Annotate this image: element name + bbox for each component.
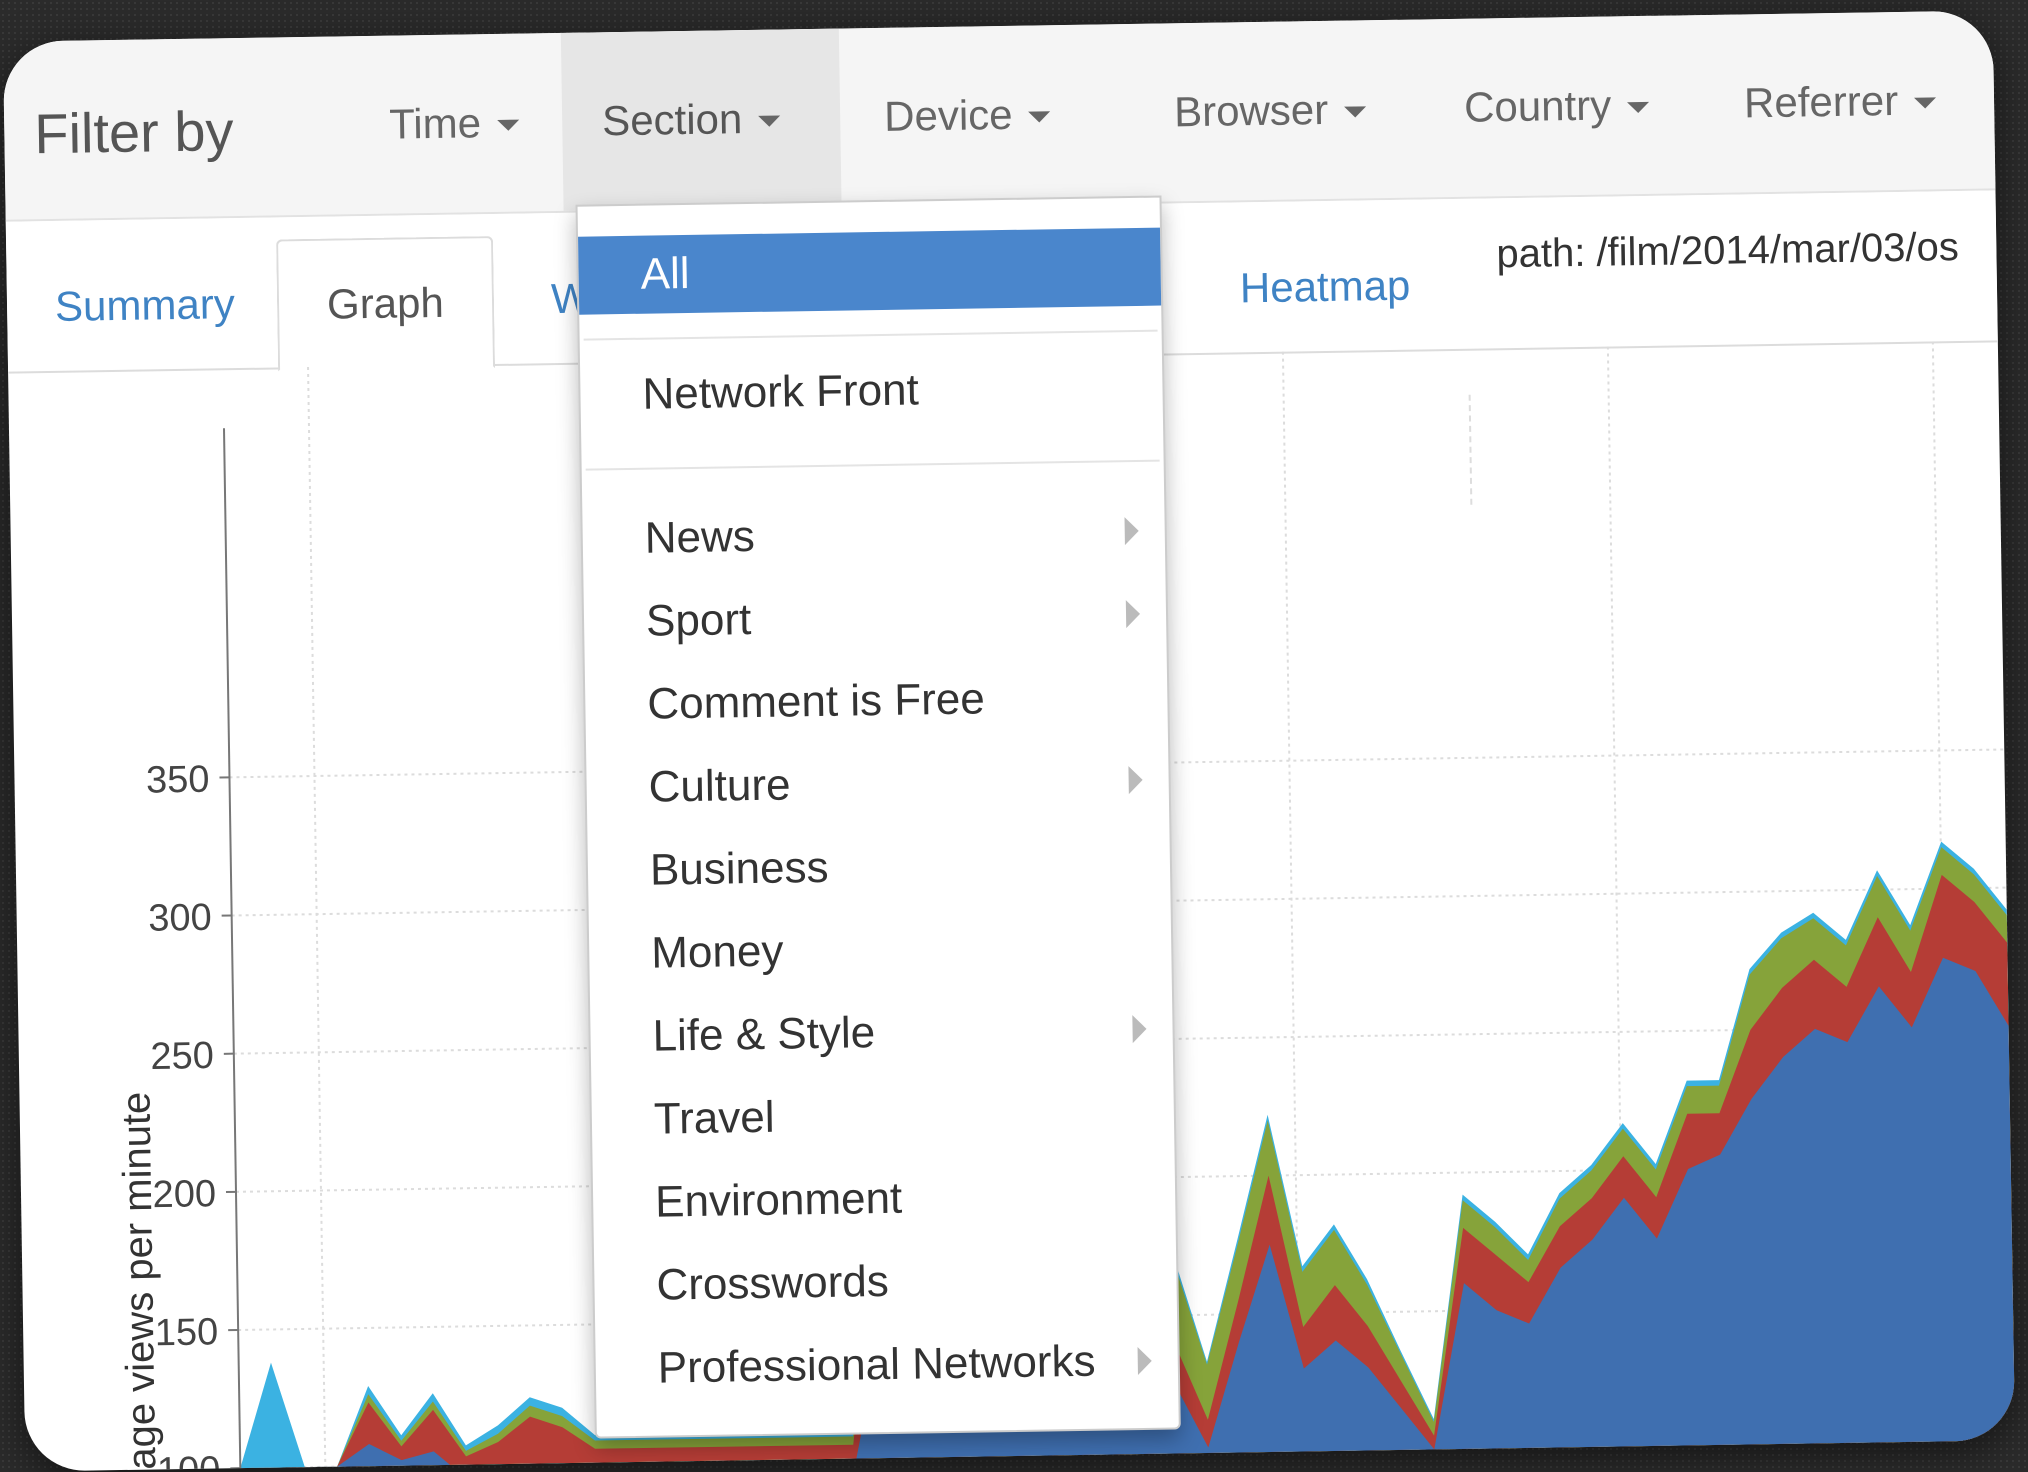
menu-item-label: Travel (654, 1093, 775, 1145)
menu-item-label: Life & Style (652, 1008, 875, 1061)
y-tick-label: 350 (146, 759, 210, 802)
menu-item-travel[interactable]: Travel (591, 1072, 1174, 1159)
path-filter-text: path: /film/2014/mar/03/os (1496, 225, 1959, 277)
filter-time-label: Time (389, 99, 482, 148)
grid-line-vertical (308, 367, 325, 1467)
menu-item-money[interactable]: Money (589, 906, 1172, 993)
menu-item-culture[interactable]: Culture (586, 741, 1169, 828)
menu-item-professional-networks[interactable]: Professional Networks (595, 1321, 1178, 1408)
submenu-arrow-icon (1126, 600, 1140, 628)
menu-item-label: Crosswords (656, 1257, 889, 1311)
submenu-arrow-icon (1132, 1015, 1146, 1043)
menu-item-network-front[interactable]: Network Front (580, 348, 1163, 435)
submenu-arrow-icon (1124, 517, 1138, 545)
caret-down-icon (497, 119, 519, 130)
filter-device-label: Device (884, 91, 1013, 141)
submenu-arrow-icon (1128, 766, 1142, 794)
menu-divider (584, 330, 1158, 341)
filter-by-label: Filter by (34, 98, 234, 166)
y-tick-label: 300 (148, 897, 212, 940)
menu-item-label: Environment (655, 1174, 903, 1228)
caret-down-icon (1344, 106, 1366, 117)
menu-item-sport[interactable]: Sport (583, 575, 1166, 662)
filter-country-label: Country (1464, 81, 1612, 131)
caret-down-icon (1627, 101, 1649, 112)
menu-item-crosswords[interactable]: Crosswords (594, 1238, 1177, 1325)
filter-time-dropdown[interactable]: Time (348, 33, 561, 214)
menu-item-label: Business (650, 843, 829, 896)
menu-item-all[interactable]: All (578, 228, 1161, 315)
menu-item-label: Professional Networks (657, 1337, 1095, 1394)
y-tick-label: 250 (150, 1035, 214, 1078)
submenu-arrow-icon (1138, 1347, 1152, 1375)
app-window: Filter by Time Section Device Browser Co… (3, 10, 2015, 1471)
menu-item-label: Culture (648, 760, 791, 812)
tab-summary[interactable]: Summary (6, 239, 284, 371)
filter-section-label: Section (602, 95, 743, 145)
filter-referrer-dropdown[interactable]: Referrer (1703, 11, 1978, 193)
menu-item-label: Network Front (642, 365, 919, 419)
menu-item-label: News (644, 512, 755, 564)
tab-graph-label: Graph (327, 279, 444, 329)
caret-down-icon (758, 115, 780, 126)
tab-summary-label: Summary (55, 280, 235, 331)
y-axis-label: age views per minute (114, 1091, 164, 1470)
filter-bar: Filter by Time Section Device Browser Co… (3, 10, 1996, 221)
caret-down-icon (1028, 111, 1050, 122)
filter-browser-label: Browser (1174, 86, 1329, 136)
y-tick-label: 150 (154, 1311, 218, 1354)
y-axis-line (224, 428, 240, 1468)
menu-item-comment-is-free[interactable]: Comment is Free (585, 658, 1168, 745)
menu-item-business[interactable]: Business (587, 823, 1170, 910)
menu-item-label: All (640, 249, 690, 300)
menu-item-life-and-style[interactable]: Life & Style (590, 989, 1173, 1076)
filter-browser-dropdown[interactable]: Browser (1133, 20, 1408, 202)
menu-item-label: Sport (646, 595, 752, 647)
menu-divider (586, 460, 1160, 471)
filter-country-dropdown[interactable]: Country (1423, 15, 1691, 197)
section-dropdown-menu: All Network Front News Sport Comment is … (576, 196, 1181, 1439)
filter-referrer-label: Referrer (1744, 77, 1899, 127)
y-tick-label: 200 (152, 1173, 216, 1216)
filter-device-dropdown[interactable]: Device (843, 25, 1092, 207)
menu-item-label: Money (651, 927, 784, 979)
caret-down-icon (1914, 97, 1936, 108)
filter-section-dropdown[interactable]: Section (561, 29, 842, 211)
tab-heatmap-label: Heatmap (1240, 262, 1411, 313)
menu-item-label: Comment is Free (647, 674, 985, 729)
chart-axis: 100150200250300350age views per minute (104, 428, 241, 1471)
tab-heatmap[interactable]: Heatmap (1191, 221, 1459, 353)
menu-item-environment[interactable]: Environment (593, 1155, 1176, 1242)
tab-graph[interactable]: Graph (276, 236, 495, 371)
menu-item-news[interactable]: News (582, 492, 1165, 579)
